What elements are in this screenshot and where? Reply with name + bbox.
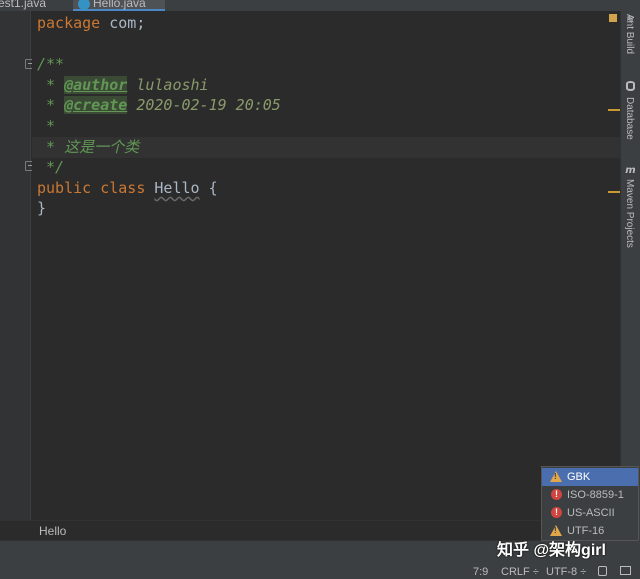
stripe-marker[interactable] <box>608 109 620 111</box>
status-bar: 知乎 @架构girl 7:9 CRLF ÷ UTF-8 ÷ <box>0 540 640 579</box>
code-text: com; <box>100 14 146 32</box>
printer-icon[interactable] <box>620 566 631 575</box>
javadoc-value: 2020-02-19 20:05 <box>127 96 281 114</box>
file-encoding-widget[interactable]: UTF-8 ÷ <box>546 566 586 578</box>
class-name: Hello <box>154 179 200 197</box>
tool-window-maven-projects[interactable]: Maven Projects <box>624 179 635 248</box>
code-line-5: * @create 2020-02-19 20:05 <box>37 95 281 116</box>
encoding-option-gbk[interactable]: GBK <box>542 468 638 486</box>
line-separator-widget[interactable]: CRLF ÷ <box>501 566 539 578</box>
encoding-option-label: UTF-16 <box>567 525 605 537</box>
error-icon: ! <box>551 489 562 500</box>
watermark: 知乎 @架构girl <box>497 542 606 559</box>
warning-icon <box>550 525 562 536</box>
file-encoding-arrow: ÷ <box>580 566 587 578</box>
encoding-option-iso-8859-1[interactable]: ! ISO-8859-1 <box>542 486 638 504</box>
code-line-10: } <box>37 199 47 217</box>
right-tool-strip: ✎ Ant Build Database m Maven Projects <box>620 11 640 540</box>
comment-text: * <box>37 76 65 94</box>
warning-icon <box>550 471 562 482</box>
breadcrumb: Hello <box>0 520 620 540</box>
code-line-6: * <box>37 117 56 135</box>
keyword: package <box>37 14 101 32</box>
tab-label: Hello.java <box>93 0 146 10</box>
encoding-option-utf-16[interactable]: UTF-16 <box>542 522 638 540</box>
code-line-8: */ <box>37 158 65 176</box>
tab-test1-java[interactable]: est1.java <box>0 0 54 11</box>
comment-text: * <box>37 96 65 114</box>
line-separator-label: CRLF <box>501 566 530 578</box>
breadcrumb-item[interactable]: Hello <box>39 524 66 538</box>
tool-window-ant-build[interactable]: Ant Build <box>624 14 635 54</box>
keyword: public <box>37 179 92 197</box>
stripe-marker[interactable] <box>608 191 620 193</box>
encoding-option-label: US-ASCII <box>567 507 615 519</box>
encoding-option-label: GBK <box>567 471 591 483</box>
code-line-9: public class Hello { <box>37 178 218 199</box>
encoding-popup-menu: GBK ! ISO-8859-1 ! US-ASCII UTF-16 <box>541 466 639 541</box>
javadoc-tag: @create <box>64 96 128 114</box>
error-icon: ! <box>551 507 562 518</box>
lock-icon[interactable] <box>598 566 607 576</box>
inspection-status-marker[interactable] <box>609 14 617 22</box>
java-class-icon <box>78 0 90 10</box>
line-separator-arrow: ÷ <box>532 566 539 578</box>
code-line-7: * 这是一个类 <box>37 138 140 156</box>
editor-gutter <box>0 11 35 520</box>
maven-icon: m <box>625 165 636 176</box>
code-line-3: /** <box>37 55 65 73</box>
file-encoding-label: UTF-8 <box>546 566 578 578</box>
tab-hello-java[interactable]: Hello.java <box>73 0 165 11</box>
keyword: class <box>100 179 146 197</box>
code-text: { <box>199 179 218 197</box>
code-line-4: * @author lulaoshi <box>37 75 209 96</box>
tool-window-database[interactable]: Database <box>624 97 635 140</box>
database-icon <box>626 81 635 91</box>
javadoc-tag: @author <box>64 76 128 94</box>
code-line-1: package com; <box>37 13 145 34</box>
code-editor[interactable]: package com; /** * @author lulaoshi * @c… <box>32 11 620 520</box>
tab-label: est1.java <box>0 0 47 10</box>
javadoc-value: lulaoshi <box>127 76 209 94</box>
caret-position[interactable]: 7:9 <box>473 566 488 578</box>
encoding-option-label: ISO-8859-1 <box>567 489 624 501</box>
editor-tab-bar: est1.java Hello.java <box>0 0 640 11</box>
encoding-option-us-ascii[interactable]: ! US-ASCII <box>542 504 638 522</box>
